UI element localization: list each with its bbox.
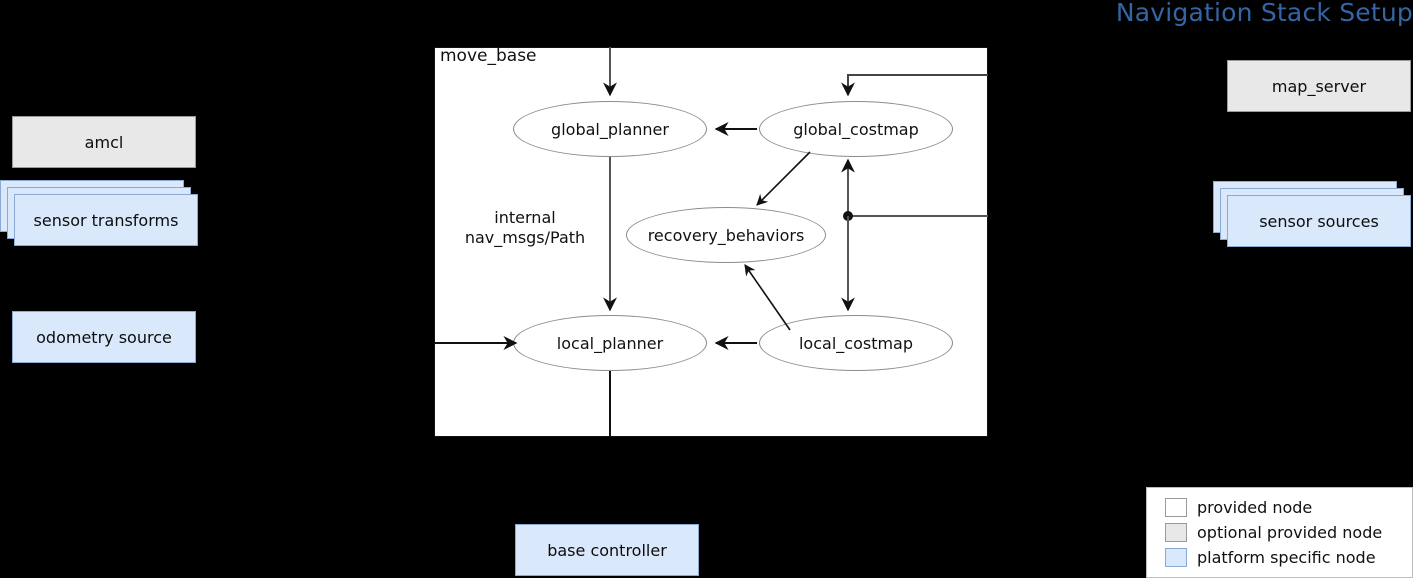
node-recovery-behaviors-label: recovery_behaviors [647, 225, 805, 245]
node-amcl[interactable]: amcl [12, 116, 196, 168]
node-local-planner-label: local_planner [556, 333, 664, 353]
node-odometry-source[interactable]: odometry source [12, 311, 196, 363]
legend-item: platform specific node [1165, 545, 1412, 570]
node-sensor-sources-label: sensor sources [1259, 211, 1379, 231]
node-global-costmap[interactable]: global_costmap [759, 101, 953, 157]
legend-label-provided-node: provided node [1197, 498, 1313, 517]
legend-label-optional-provided-node: optional provided node [1197, 523, 1383, 542]
legend: provided node optional provided node pla… [1146, 487, 1413, 578]
legend-swatch-platform-specific-node [1165, 548, 1187, 567]
internal-path-label: internal nav_msgs/Path [455, 208, 595, 248]
legend-swatch-provided-node [1165, 498, 1187, 517]
node-base-controller-label: base controller [547, 540, 667, 560]
node-recovery-behaviors[interactable]: recovery_behaviors [626, 207, 826, 263]
legend-swatch-optional-provided-node [1165, 523, 1187, 542]
legend-item: provided node [1165, 495, 1412, 520]
stack-layer-front: sensor transforms [14, 194, 198, 246]
node-global-costmap-label: global_costmap [793, 119, 919, 139]
stack-layer-front: sensor sources [1227, 195, 1411, 247]
node-global-planner[interactable]: global_planner [513, 101, 707, 157]
legend-label-platform-specific-node: platform specific node [1197, 548, 1376, 567]
internal-path-label-line1: internal [494, 208, 556, 227]
node-map-server-label: map_server [1271, 76, 1367, 96]
node-sensor-sources[interactable]: sensor sources [1213, 181, 1413, 253]
node-amcl-label: amcl [84, 132, 124, 152]
diagram-canvas: Navigation Stack Setup amcl sensor trans… [0, 0, 1413, 578]
page-title: Navigation Stack Setup [1115, 0, 1413, 27]
node-local-costmap-label: local_costmap [798, 333, 914, 353]
move-base-label: move_base [440, 46, 537, 66]
internal-path-label-line2: nav_msgs/Path [464, 228, 586, 247]
node-base-controller[interactable]: base controller [515, 524, 699, 576]
node-map-server[interactable]: map_server [1227, 60, 1411, 112]
node-local-planner[interactable]: local_planner [513, 315, 707, 371]
node-global-planner-label: global_planner [551, 119, 669, 139]
node-sensor-transforms[interactable]: sensor transforms [0, 180, 200, 252]
node-local-costmap[interactable]: local_costmap [759, 315, 953, 371]
node-odometry-source-label: odometry source [36, 327, 172, 347]
node-sensor-transforms-label: sensor transforms [33, 210, 179, 230]
legend-item: optional provided node [1165, 520, 1412, 545]
